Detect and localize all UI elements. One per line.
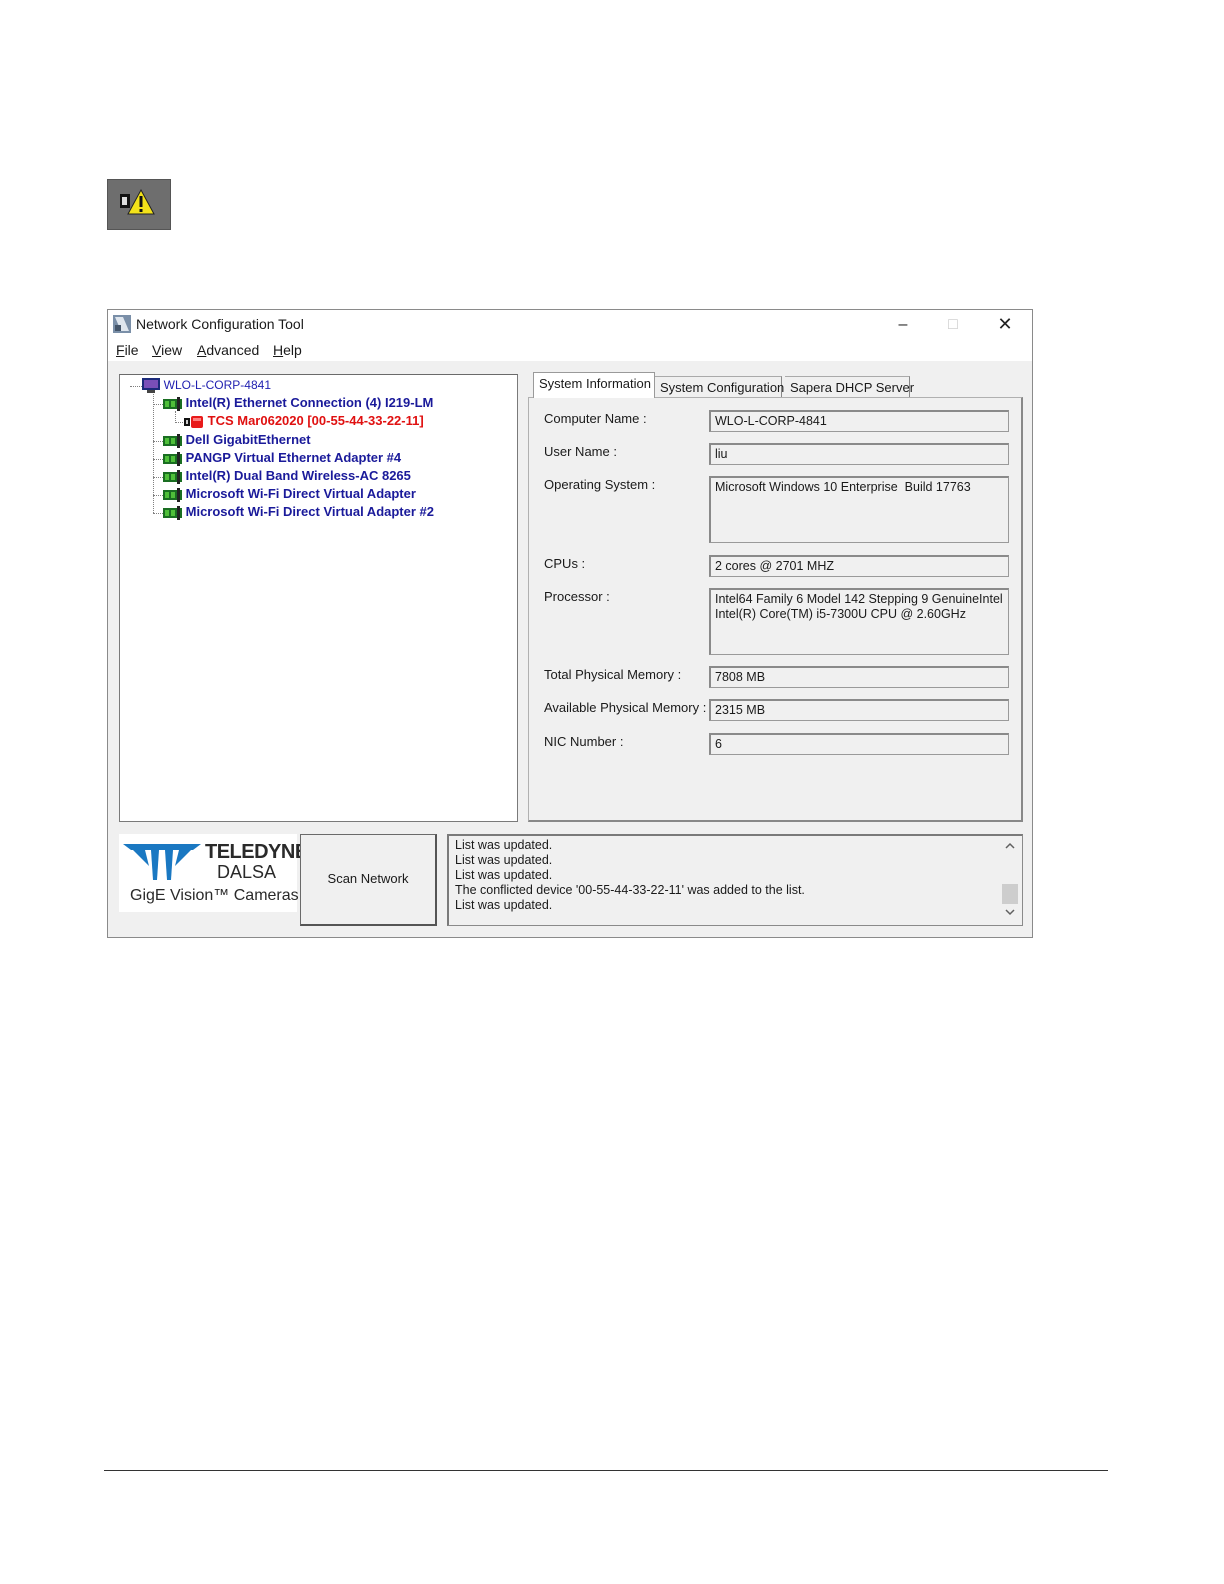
window-title: Network Configuration Tool [136,316,304,332]
log-line: List was updated. [455,838,553,852]
log-line: The conflicted device '00-55-44-33-22-11… [455,883,805,897]
nic-icon [163,505,182,520]
menu-file[interactable]: File [116,342,139,358]
cpus-label: CPUs : [544,556,586,571]
nic-icon [163,433,182,448]
processor-line-2: Intel(R) Core(TM) i5-7300U CPU @ 2.60GHz [715,607,966,621]
user-name-label: User Name : [544,444,617,459]
menu-view[interactable]: View [152,342,182,358]
cpus-field[interactable]: 2 cores @ 2701 MHZ [709,555,1009,577]
tree-adapter-intel-wireless[interactable]: Intel(R) Dual Band Wireless-AC 8265 [153,468,411,484]
total-memory-label: Total Physical Memory : [544,667,682,682]
tree-adapter-pangp[interactable]: PANGP Virtual Ethernet Adapter #4 [153,450,401,466]
processor-line-1: Intel64 Family 6 Model 142 Stepping 9 Ge… [715,592,1003,606]
app-icon [113,315,131,333]
logo-sub: DALSA [217,862,277,882]
logo-tagline: GigE Vision™ Cameras [130,887,299,904]
conflict-warning-icon [107,179,171,230]
teledyne-dalsa-logo: TELEDYNE DALSA GigE Vision™ Cameras [119,834,308,912]
title-bar: Network Configuration Tool – □ ✕ [108,310,1032,339]
tree-adapter-wifi-direct-2[interactable]: Microsoft Wi-Fi Direct Virtual Adapter #… [153,504,434,520]
maximize-button[interactable]: □ [930,310,976,339]
available-memory-label: Available Physical Memory : [544,700,707,715]
network-tree[interactable]: WLO-L-CORP-4841 Intel(R) Ethernet Connec… [119,374,518,822]
user-name-field[interactable]: liu [709,443,1009,465]
minimize-button[interactable]: – [880,310,926,339]
nic-icon [163,469,182,484]
nic-icon [163,451,182,466]
available-memory-field[interactable]: 2315 MB [709,699,1009,721]
logo-brand: TELEDYNE [205,841,308,863]
status-log[interactable]: List was updated. List was updated. List… [447,834,1023,926]
scan-network-button[interactable]: Scan Network [300,834,437,926]
computer-name-label: Computer Name : [544,411,647,426]
menu-advanced[interactable]: Advanced [197,342,259,358]
log-line: List was updated. [455,868,553,882]
teledyne-logo-icon [123,844,201,880]
tree-adapter-intel-ethernet[interactable]: Intel(R) Ethernet Connection (4) I219-LM [153,395,433,411]
nic-number-label: NIC Number : [544,734,624,749]
page-footer-rule [104,1470,1108,1471]
nic-icon [163,396,182,411]
operating-system-label: Operating System : [544,477,656,492]
tree-adapter-wifi-direct[interactable]: Microsoft Wi-Fi Direct Virtual Adapter [153,486,416,502]
computer-name-field[interactable]: WLO-L-CORP-4841 [709,410,1009,432]
menu-bar: File View Advanced Help [108,339,1032,361]
tab-sapera-dhcp-server[interactable]: Sapera DHCP Server [785,376,914,397]
tab-system-configuration[interactable]: System Configuration [654,376,784,397]
tree-root-computer[interactable]: WLO-L-CORP-4841 [142,377,271,394]
network-config-window: Network Configuration Tool – □ ✕ File Vi… [107,309,1033,938]
menu-help[interactable]: Help [273,342,302,358]
log-line: List was updated. [455,853,553,867]
tree-conflicted-device[interactable]: TCS Mar062020 [00-55-44-33-22-11] [175,413,424,429]
tree-adapter-dell[interactable]: Dell GigabitEthernet [153,432,311,448]
tab-system-information[interactable]: System Information [533,372,655,398]
computer-icon [142,378,160,394]
total-memory-field[interactable]: 7808 MB [709,666,1009,688]
processor-field[interactable]: Intel64 Family 6 Model 142 Stepping 9 Ge… [709,588,1009,655]
nic-icon [163,487,182,502]
nic-number-field[interactable]: 6 [709,733,1009,755]
conflicted-camera-icon [184,415,203,428]
close-button[interactable]: ✕ [982,310,1028,339]
log-scrollbar[interactable] [1001,836,1019,924]
operating-system-field[interactable]: Microsoft Windows 10 Enterprise Build 17… [709,476,1009,543]
processor-label: Processor : [544,589,610,604]
log-line: List was updated. [455,898,553,912]
